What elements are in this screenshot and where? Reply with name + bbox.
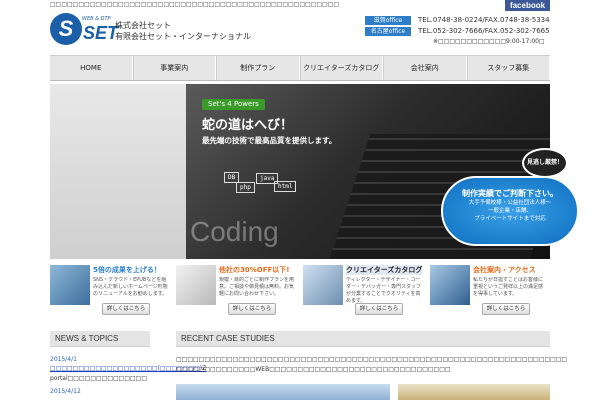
tel-shiga: TEL.0748-38-0224/FAX.0748-38-5334 bbox=[418, 16, 550, 24]
feature-title: 5倍の成果を上げる！ bbox=[93, 266, 161, 274]
case-thumb[interactable] bbox=[176, 384, 390, 400]
feature-thumb bbox=[430, 265, 470, 305]
facebook-button[interactable]: facebook bbox=[505, 0, 550, 11]
cloud-line: 大手予備校様・公益社団法人様～ bbox=[468, 200, 552, 206]
logo-mark-icon: S bbox=[50, 13, 82, 45]
feature-title: 他社の30%OFF以下! bbox=[219, 266, 290, 274]
cases-text: □□□□□□□□□□□□□□□□□□□□□□□□□□□□□□□□□□□□□□□□… bbox=[176, 356, 568, 363]
feature-text: ディレクター・デザイナー・コーダー・デバッガー・専門スタッフが分業することでクオ… bbox=[346, 277, 422, 304]
hero-left-panel bbox=[50, 84, 186, 259]
hero-coding-text: Coding bbox=[190, 216, 279, 247]
feature-text: 私たちが日指すことはお客様に重視というご発祥以上の満足感を得事しています。 bbox=[473, 277, 544, 297]
nav-recruit[interactable]: スタッフ募集 bbox=[466, 56, 550, 80]
logo-sub: WEB & DTP bbox=[82, 16, 111, 22]
top-tagline: □□□□□□□□□□□□□□□□□□□□□□□□□□□□□□□□□□□□□□□□… bbox=[50, 1, 340, 8]
nav-creators[interactable]: クリエイターズカタログ bbox=[299, 56, 383, 80]
cases-text: □□□□□□□□□□□□□□WEB□□□□□□□□□□□□□□□□□□□□□□□… bbox=[176, 366, 451, 373]
site-logo[interactable]: S WEB & DTP SET 株式会社セット 有限会社セット・インターナショナ… bbox=[50, 13, 270, 47]
office-badge-shiga: 滋賀office bbox=[365, 16, 411, 25]
office-badge-nagoya: 名古屋office bbox=[365, 27, 411, 36]
news-date: 2015/4/1 bbox=[50, 356, 77, 363]
feature-title: 会社案内・アクセス bbox=[473, 266, 536, 274]
feature-thumb bbox=[303, 265, 343, 305]
company-name: 株式会社セット bbox=[115, 21, 171, 30]
feature-thumb bbox=[50, 265, 90, 305]
feature-card: 他社の30%OFF以下! 規模・目的ごとに制作プランを用意。ご相談や御見積は無料… bbox=[176, 265, 301, 315]
company-name-2: 有限会社セット・インターナショナル bbox=[115, 32, 251, 41]
nav-plans[interactable]: 制作プラン bbox=[216, 56, 300, 80]
promo-badge[interactable]: 見逃し厳禁！ bbox=[522, 148, 568, 178]
tag-html: html bbox=[274, 181, 297, 192]
tag-php: php bbox=[236, 182, 255, 193]
feature-text: SNS・クラウド・EPUBなどを組み込んだ新しいホームページ形態のリニューアルを… bbox=[93, 277, 168, 297]
main-nav: HOME 事業案内 制作プラン クリエイターズカタログ 会社案内 スタッフ募集 bbox=[50, 55, 550, 81]
feature-text: 規模・目的ごとに制作プランを用意。ご相談や御見積は無料。お気軽にお問い合わせ下さ… bbox=[219, 277, 295, 297]
nav-business[interactable]: 事業案内 bbox=[132, 56, 216, 80]
hero-headline: 蛇の道はへび！ bbox=[202, 118, 294, 133]
powers-label: Set's 4 Powers bbox=[202, 99, 265, 110]
feature-title: クリエイターズカタログ bbox=[346, 265, 423, 275]
feature-card: 5倍の成果を上げる！ SNS・クラウド・EPUBなどを組み込んだ新しいホームペー… bbox=[50, 265, 175, 315]
cloud-line: プライベートサイトまで対応 bbox=[474, 216, 546, 222]
feature-card: クリエイターズカタログ ディレクター・デザイナー・コーダー・デバッガー・専門スタ… bbox=[303, 265, 428, 315]
results-cloud[interactable]: 制作実績でご判断下さい。 大手予備校様・公益社団法人様～ 一般企業・店舗、 プラ… bbox=[441, 176, 579, 246]
hero-subline: 最先端の技術で最高品質を提供します。 bbox=[202, 136, 337, 145]
feature-more-button[interactable]: 詳しくはこちら bbox=[355, 303, 403, 315]
case-thumb[interactable] bbox=[398, 384, 550, 400]
cloud-title: 制作実績でご判断下さい。 bbox=[462, 189, 558, 198]
news-date: 2015/4/12 bbox=[50, 388, 81, 395]
news-heading: NEWS & TOPICS bbox=[50, 331, 150, 347]
cases-heading: RECENT CASE STUDIES bbox=[176, 331, 550, 347]
logo-set: SET bbox=[83, 23, 119, 43]
feature-more-button[interactable]: 詳しくはこちら bbox=[102, 303, 150, 315]
tel-nagoya: TEL.052-302-7666/FAX.052-302-7665 bbox=[418, 27, 550, 35]
news-more: portal□□□□□□□□□□□□□□ bbox=[50, 375, 148, 382]
office-hours: ※□□□□□□□□□□□□9:00-17:00□ bbox=[433, 38, 545, 45]
feature-card: 会社案内・アクセス 私たちが日指すことはお客様に重視というご発祥以上の満足感を得… bbox=[430, 265, 550, 315]
nav-home[interactable]: HOME bbox=[50, 56, 133, 80]
feature-more-button[interactable]: 詳しくはこちら bbox=[482, 303, 530, 315]
feature-more-button[interactable]: 詳しくはこちら bbox=[228, 303, 276, 315]
cloud-line: 一般企業・店舗、 bbox=[487, 208, 532, 214]
feature-thumb bbox=[176, 265, 216, 305]
nav-company[interactable]: 会社案内 bbox=[383, 56, 467, 80]
